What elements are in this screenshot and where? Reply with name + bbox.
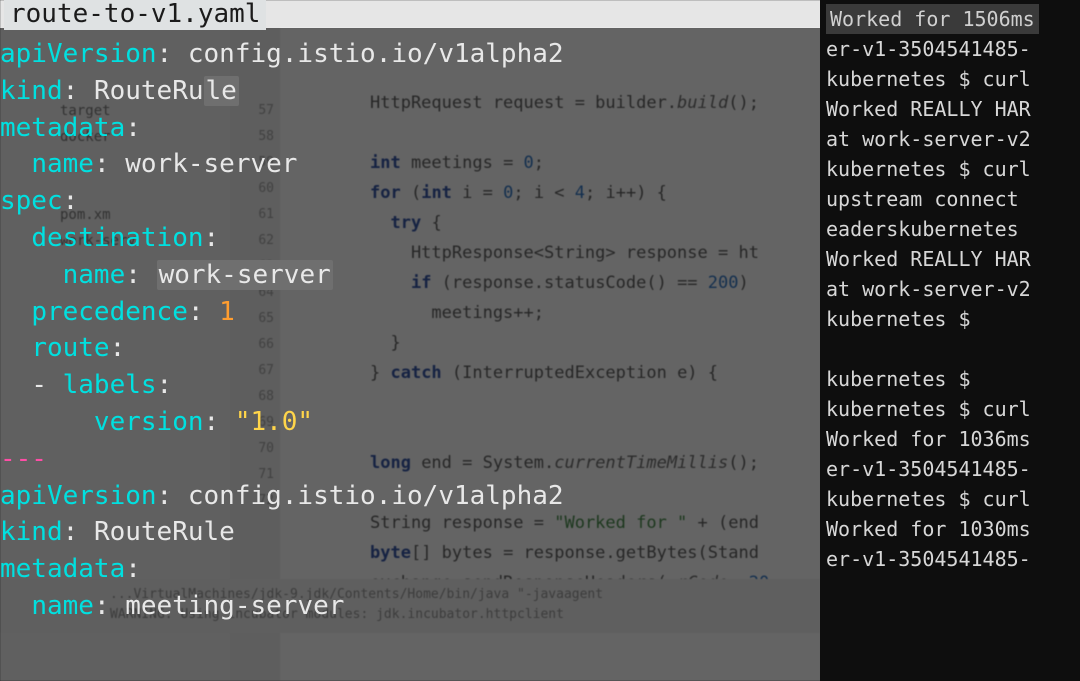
terminal-status-line: Worked for 1506ms xyxy=(826,4,1039,34)
run-output-bar: ...VirtualMachines/jdk-9.jdk/Contents/Ho… xyxy=(0,579,820,633)
terminal-output: er-v1-3504541485- kubernetes $ curl Work… xyxy=(826,37,1031,571)
terminal-panel[interactable]: Worked for 1506ms er-v1-3504541485- kube… xyxy=(820,0,1080,681)
